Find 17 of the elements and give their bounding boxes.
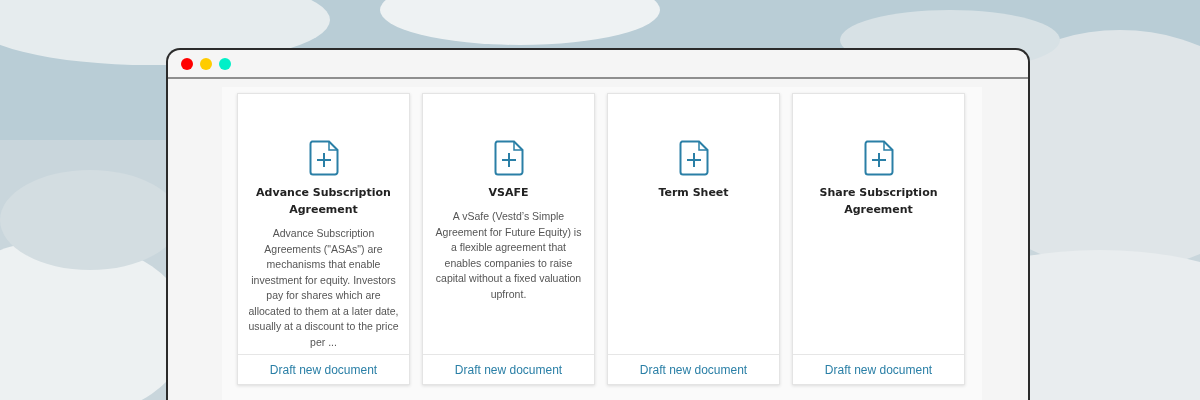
document-plus-icon	[493, 140, 524, 176]
draft-document-link[interactable]: Draft new document	[269, 362, 378, 377]
close-icon[interactable]	[181, 57, 193, 70]
card-title: Advance Subscription Agreement	[255, 185, 392, 218]
card-title: VSAFE	[487, 185, 530, 201]
minimize-icon[interactable]	[200, 57, 212, 70]
document-plus-icon	[308, 140, 339, 176]
card-title: Share Subscription Agreement	[818, 185, 939, 218]
draft-document-link[interactable]: Draft new document	[454, 362, 563, 377]
card-title: Term Sheet	[657, 185, 730, 201]
card-description: A vSafe (Vestd’s Simple Agreement for Future Equity) is a flexible agreement that enables companies to raise capital without a fixed valuation upfront.	[434, 209, 583, 302]
document-plus-icon	[678, 140, 709, 176]
draft-document-link[interactable]: Draft new document	[824, 362, 933, 377]
draft-document-link[interactable]: Draft new document	[639, 362, 748, 377]
maximize-icon[interactable]	[219, 57, 231, 70]
document-plus-icon	[863, 140, 894, 176]
card-description: Advance Subscription Agreements ("ASAs") are mechanisms that enable investment for equity. Investors pay for shares which are allocated to them at a later date, usually at a discount to the price per ...	[248, 226, 399, 350]
